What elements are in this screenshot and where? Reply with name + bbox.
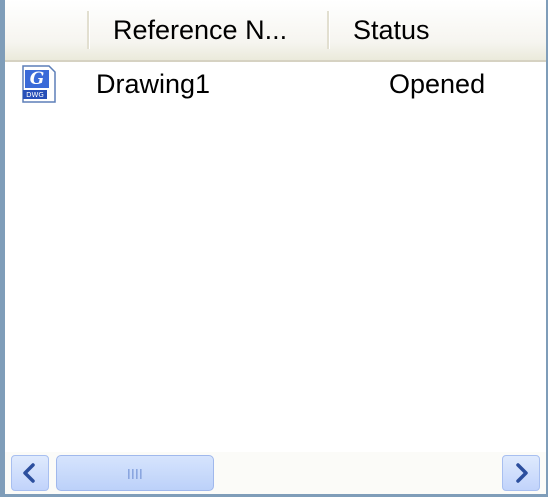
svg-text:DWG: DWG (26, 91, 44, 99)
column-header-reference-name-label: Reference N... (113, 14, 288, 45)
column-header-status-label: Status (353, 14, 430, 45)
list-item[interactable]: G DWG Drawing1 Opened (5, 62, 546, 106)
chevron-left-icon (23, 463, 35, 483)
status-cell: Opened (389, 69, 486, 99)
chevron-right-icon (516, 463, 528, 483)
column-header-icon[interactable] (5, 0, 87, 60)
svg-text:G: G (30, 69, 45, 89)
scroll-left-button[interactable] (11, 455, 49, 491)
external-references-list: Reference N... Status G DWG Drawing1 Ope… (0, 0, 548, 497)
dwg-file-icon: G DWG (22, 65, 56, 103)
horizontal-scrollbar[interactable] (5, 452, 546, 494)
scroll-right-button[interactable] (502, 455, 540, 491)
scrollbar-thumb[interactable] (56, 455, 214, 491)
grip-icon (128, 469, 142, 479)
reference-name-cell: Drawing1 (96, 69, 211, 99)
column-header-bar: Reference N... Status (5, 0, 546, 62)
column-header-reference-name[interactable]: Reference N... (87, 0, 327, 60)
column-header-status[interactable]: Status (327, 0, 546, 60)
